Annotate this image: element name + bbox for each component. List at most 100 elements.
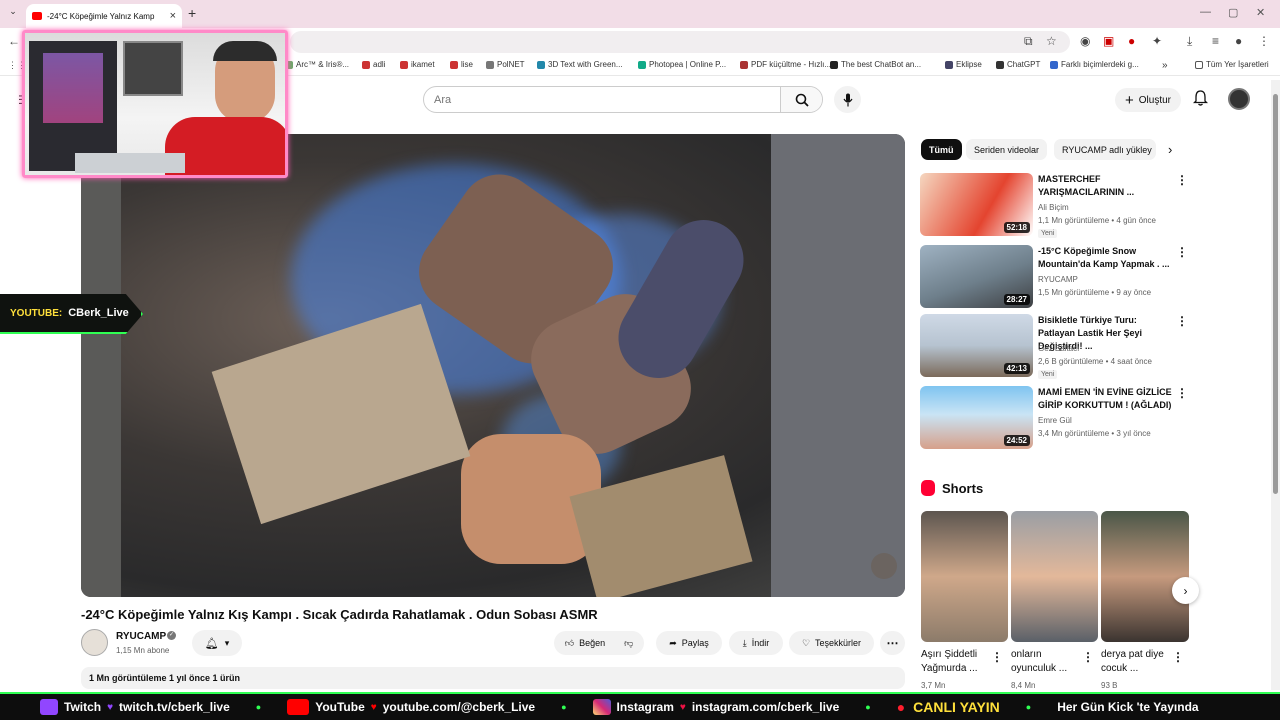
close-window-icon[interactable]: ✕: [1256, 6, 1265, 19]
pdf-extension-icon[interactable]: ▣: [1103, 34, 1114, 48]
download-icon[interactable]: ⤓: [1187, 34, 1192, 49]
like-label[interactable]: Beğen: [579, 638, 619, 648]
download-button[interactable]: ⤓ İndir: [729, 631, 783, 655]
share-button[interactable]: ➦ Paylaş: [656, 631, 722, 655]
maximize-icon[interactable]: ▢: [1228, 6, 1238, 19]
bookmark-item[interactable]: Farklı biçimlerdeki g...: [1050, 60, 1139, 69]
bookmark-item[interactable]: ikamet: [400, 60, 435, 69]
subscribe-watermark-icon[interactable]: [871, 553, 897, 579]
share-icon: ➦: [669, 637, 677, 648]
bookmark-item[interactable]: PolNET: [486, 60, 525, 69]
ticker-live: ● CANLI YAYIN: [897, 699, 1000, 715]
browser-tab-active[interactable]: -24°C Köpeğimle Yalnız Kamp ×: [26, 4, 182, 28]
new-badge: Yeni: [1038, 229, 1058, 238]
new-tab-icon[interactable]: +: [188, 5, 196, 21]
browser-menu-icon[interactable]: ⋮: [1258, 34, 1270, 48]
description-box[interactable]: 1 Mn görüntüleme 1 yıl önce 1 ürün: [81, 667, 905, 689]
short-thumbnail[interactable]: [1011, 511, 1098, 642]
bookmark-star-icon[interactable]: ☆: [1046, 34, 1057, 48]
recommendation-title[interactable]: MAMİ EMEN 'İN EVİNE GİZLİCE GİRİP KORKUT…: [1038, 386, 1173, 412]
video-player[interactable]: [81, 134, 905, 597]
more-options-icon[interactable]: ⋮: [1172, 650, 1184, 664]
media-icon[interactable]: ≡: [1212, 34, 1219, 48]
all-bookmarks[interactable]: Tüm Yer İşaretleri: [1195, 60, 1269, 69]
create-label: Oluştur: [1138, 94, 1171, 106]
subscription-bell-button[interactable]: 🔔︎ ▾: [192, 630, 242, 656]
bookmark-item[interactable]: ChatGPT: [996, 60, 1040, 69]
bookmarks-overflow-icon[interactable]: »: [1162, 60, 1168, 71]
video-thumbnail[interactable]: 24:52: [920, 386, 1033, 449]
short-thumbnail[interactable]: [1101, 511, 1189, 642]
chip-series-videos[interactable]: Seriden videolar: [966, 139, 1048, 160]
search-button[interactable]: [780, 87, 822, 112]
bookmark-item[interactable]: The best ChatBot an...: [830, 60, 921, 69]
more-options-icon[interactable]: ⋮: [991, 650, 1003, 664]
chevron-down-icon: ▾: [224, 637, 230, 648]
chevron-right-icon[interactable]: ›: [1168, 142, 1172, 157]
recommendation-item[interactable]: 52:18 MASTERCHEF YARIŞMACILARININ ... Al…: [920, 173, 1190, 238]
more-options-icon[interactable]: ⋮: [1176, 245, 1188, 259]
back-icon[interactable]: ←: [8, 34, 20, 48]
voice-search-button[interactable]: [834, 86, 861, 113]
create-button[interactable]: + Oluştur: [1115, 88, 1181, 112]
search-input[interactable]: [424, 93, 779, 106]
recommendation-item[interactable]: 24:52 MAMİ EMEN 'İN EVİNE GİZLİCE GİRİP …: [920, 386, 1190, 450]
video-thumbnail[interactable]: 28:27: [920, 245, 1033, 308]
more-options-icon[interactable]: ⋮: [1176, 386, 1188, 400]
chip-all[interactable]: Tümü: [921, 139, 962, 160]
profile-icon[interactable]: ●: [1235, 34, 1242, 48]
bookmark-item[interactable]: Eklipse: [945, 60, 982, 69]
install-icon[interactable]: ⧉: [1024, 34, 1033, 49]
more-options-icon[interactable]: ⋮: [1082, 650, 1094, 664]
tab-close-icon[interactable]: ×: [170, 10, 176, 22]
short-title[interactable]: onların oyunculuk ...: [1011, 648, 1081, 676]
shorts-heading: Shorts: [942, 481, 984, 496]
bookmark-item[interactable]: adli: [362, 60, 385, 69]
more-options-icon[interactable]: ⋮: [1176, 173, 1188, 187]
video-thumbnail[interactable]: 52:18: [920, 173, 1033, 236]
omnibox[interactable]: [290, 31, 1070, 53]
more-actions-icon[interactable]: ⋯: [880, 631, 905, 655]
bookmark-item[interactable]: 3D Text with Green...: [537, 60, 623, 69]
tab-search-icon[interactable]: ⌄: [5, 6, 21, 22]
recommendation-item[interactable]: 42:13 Bisikletle Türkiye Turu: Patlayan …: [920, 314, 1190, 379]
recommendation-title[interactable]: MASTERCHEF YARIŞMACILARININ ...: [1038, 173, 1173, 199]
bookmark-item[interactable]: Photopea | Online P...: [638, 60, 726, 69]
recommendation-channel[interactable]: Ali Biçim: [1038, 203, 1069, 212]
recommendation-title[interactable]: -15°C Köpeğimle Snow Mountain'da Kamp Ya…: [1038, 245, 1173, 271]
recommendation-channel[interactable]: RYUCAMP: [1038, 275, 1078, 284]
extensions-puzzle-icon[interactable]: ✦: [1152, 34, 1162, 48]
short-title[interactable]: Aşırı Şiddetli Yağmurda ...: [921, 648, 991, 676]
search-box[interactable]: [423, 86, 823, 113]
recommendation-channel[interactable]: Emre Gül: [1038, 416, 1072, 425]
scrollbar-thumb[interactable]: [1273, 94, 1278, 494]
recommendation-item[interactable]: 28:27 -15°C Köpeğimle Snow Mountain'da K…: [920, 245, 1190, 309]
chip-uploader[interactable]: RYUCAMP adlı yükley: [1054, 139, 1156, 160]
thanks-button[interactable]: ♡ Teşekkürler: [789, 631, 874, 655]
bookmark-item[interactable]: lise: [450, 60, 473, 69]
account-avatar[interactable]: [1228, 88, 1250, 110]
verified-icon: ✓: [167, 631, 176, 640]
download-label: İndir: [751, 638, 770, 648]
channel-avatar[interactable]: [81, 629, 108, 656]
bookmark-item[interactable]: Arc™ & Iris®...: [285, 60, 349, 69]
stream-ticker: Twitch ♥ twitch.tv/cberk_live ● YouTube …: [0, 692, 1280, 720]
more-options-icon[interactable]: ⋮: [1176, 314, 1188, 328]
channel-name[interactable]: RYUCAMP: [116, 631, 166, 642]
short-title[interactable]: derya pat diye cocuk ...: [1101, 648, 1171, 676]
notifications-button[interactable]: [1192, 90, 1209, 111]
thumbs-up-icon[interactable]: 👍︎: [565, 638, 574, 649]
shorts-next-button[interactable]: ›: [1172, 577, 1199, 604]
extension-icon[interactable]: ◉: [1080, 34, 1090, 48]
minimize-icon[interactable]: —: [1200, 6, 1211, 18]
recommendation-meta: 1,5 Mn görüntüleme • 9 ay önce: [1038, 288, 1152, 297]
webcam-rgb-glow: [43, 53, 103, 123]
short-views: 8,4 Mn: [1011, 681, 1036, 690]
bookmark-item[interactable]: PDF küçültme - Hızlı...: [740, 60, 831, 69]
separator-dot: ●: [561, 702, 567, 712]
extension-badge-icon[interactable]: ●: [1128, 34, 1135, 48]
recommendation-channel[interactable]: Gez Baltacı: [1038, 344, 1079, 353]
short-thumbnail[interactable]: [921, 511, 1008, 642]
video-thumbnail[interactable]: 42:13: [920, 314, 1033, 377]
thumbs-down-icon[interactable]: 👎︎: [624, 638, 633, 649]
